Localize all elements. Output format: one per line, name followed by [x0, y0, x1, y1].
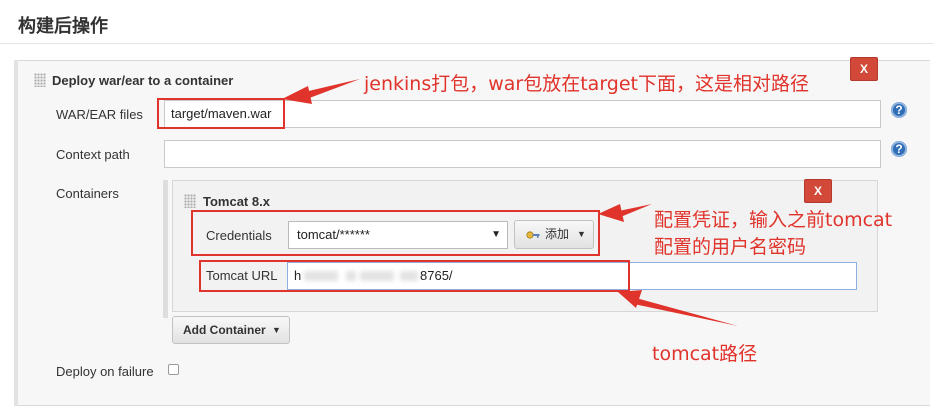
- annotation-war-text: jenkins打包，war包放在target下面，这是相对路径: [364, 73, 809, 95]
- annotation-url-text: tomcat路径: [652, 343, 758, 365]
- arrow-url: [634, 298, 738, 326]
- annotation-arrows: [282, 79, 738, 326]
- arrow-war-head: [282, 86, 312, 104]
- annotation-cred-line2: 配置的用户名密码: [654, 236, 807, 258]
- arrow-cred-head: [598, 204, 624, 222]
- annotation-cred-line1: 配置凭证，输入之前tomcat: [654, 209, 893, 231]
- arrow-url-head: [618, 290, 642, 308]
